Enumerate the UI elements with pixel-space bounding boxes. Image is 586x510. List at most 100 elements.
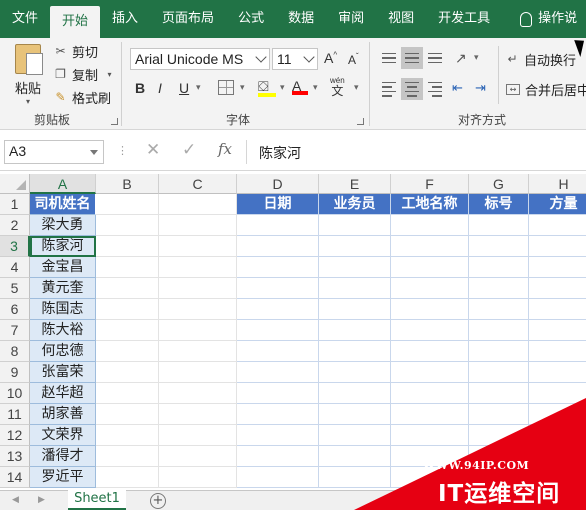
row-header-11[interactable]: 11 — [0, 404, 30, 425]
cell-h3[interactable] — [529, 236, 586, 257]
cell-b2[interactable] — [96, 215, 159, 236]
insert-function-button[interactable]: fx — [218, 140, 232, 158]
cell-c7[interactable] — [159, 320, 237, 341]
tab-view[interactable]: 视图 — [376, 0, 426, 38]
cell-c14[interactable] — [159, 467, 237, 488]
cell-a1[interactable]: 司机姓名 — [30, 194, 96, 215]
cell-g8[interactable] — [469, 341, 529, 362]
cell-f1[interactable]: 工地名称 — [391, 194, 469, 215]
cell-e11[interactable] — [319, 404, 391, 425]
merge-center-button[interactable]: ↔ 合并后居中 — [506, 80, 586, 99]
cell-b1[interactable] — [96, 194, 159, 215]
cell-e5[interactable] — [319, 278, 391, 299]
cell-a11[interactable]: 胡家善 — [30, 404, 96, 425]
row-header-4[interactable]: 4 — [0, 257, 30, 278]
align-left-icon[interactable] — [378, 78, 400, 100]
cell-e6[interactable] — [319, 299, 391, 320]
align-center-icon[interactable] — [401, 78, 423, 100]
font-launcher-icon[interactable] — [357, 118, 364, 125]
grow-font-button[interactable]: A^ — [324, 50, 337, 66]
cell-a13[interactable]: 潘得才 — [30, 446, 96, 467]
column-header-c[interactable]: C — [159, 174, 237, 194]
column-header-b[interactable]: B — [96, 174, 159, 194]
column-header-g[interactable]: G — [469, 174, 529, 194]
cell-g6[interactable] — [469, 299, 529, 320]
cell-e10[interactable] — [319, 383, 391, 404]
increase-indent-icon[interactable]: ⇥ — [475, 80, 486, 96]
cell-d8[interactable] — [237, 341, 319, 362]
align-right-icon[interactable] — [424, 78, 446, 100]
cut-button[interactable]: ✂ 剪切 — [54, 42, 98, 62]
bold-button[interactable]: B — [135, 80, 145, 96]
cell-d2[interactable] — [237, 215, 319, 236]
clipboard-launcher-icon[interactable] — [111, 118, 118, 125]
cell-f12[interactable] — [391, 425, 469, 446]
cell-a9[interactable]: 张富荣 — [30, 362, 96, 383]
column-header-f[interactable]: F — [391, 174, 469, 194]
cell-c8[interactable] — [159, 341, 237, 362]
cell-e3[interactable] — [319, 236, 391, 257]
cell-f3[interactable] — [391, 236, 469, 257]
cancel-icon[interactable]: ✕ — [146, 140, 160, 160]
cell-d6[interactable] — [237, 299, 319, 320]
tab-home[interactable]: 开始 — [50, 6, 101, 38]
row-header-8[interactable]: 8 — [0, 341, 30, 362]
cell-a6[interactable]: 陈国志 — [30, 299, 96, 320]
cell-c3[interactable] — [159, 236, 237, 257]
column-header-d[interactable]: D — [237, 174, 319, 194]
cell-d7[interactable] — [237, 320, 319, 341]
sheet-tab[interactable]: Sheet1 — [68, 490, 126, 510]
format-painter-button[interactable]: ✎ 格式刷 — [54, 88, 111, 108]
cell-h8[interactable] — [529, 341, 586, 362]
cell-e9[interactable] — [319, 362, 391, 383]
orientation-dropdown-icon[interactable]: ▾ — [474, 52, 479, 63]
align-middle-icon[interactable] — [401, 47, 423, 69]
row-header-6[interactable]: 6 — [0, 299, 30, 320]
fill-color-dropdown-icon[interactable]: ▾ — [280, 82, 285, 93]
font-color-dropdown-icon[interactable]: ▾ — [313, 82, 318, 93]
cell-f8[interactable] — [391, 341, 469, 362]
column-header-h[interactable]: H — [529, 174, 586, 194]
cell-b3[interactable] — [96, 236, 159, 257]
copy-button[interactable]: ❐ 复制 ▾ — [54, 65, 116, 85]
row-header-14[interactable]: 14 — [0, 467, 30, 488]
cell-e2[interactable] — [319, 215, 391, 236]
cell-b5[interactable] — [96, 278, 159, 299]
cell-g10[interactable] — [469, 383, 529, 404]
tab-insert[interactable]: 插入 — [100, 0, 150, 38]
cell-d1[interactable]: 日期 — [237, 194, 319, 215]
fill-color-button[interactable]: ⛋ — [258, 78, 276, 97]
cell-e1[interactable]: 业务员 — [319, 194, 391, 215]
cell-a10[interactable]: 赵华超 — [30, 383, 96, 404]
cell-a12[interactable]: 文荣界 — [30, 425, 96, 446]
cell-c12[interactable] — [159, 425, 237, 446]
row-header-7[interactable]: 7 — [0, 320, 30, 341]
column-header-e[interactable]: E — [319, 174, 391, 194]
copy-dropdown-icon[interactable]: ▾ — [103, 68, 116, 81]
row-header-1[interactable]: 1 — [0, 194, 30, 215]
tab-page-layout[interactable]: 页面布局 — [150, 0, 226, 38]
cell-c1[interactable] — [159, 194, 237, 215]
add-sheet-icon[interactable]: + — [150, 493, 166, 509]
name-box[interactable]: A3 — [4, 140, 104, 164]
cell-a3[interactable]: 陈家河 — [30, 236, 96, 257]
row-header-13[interactable]: 13 — [0, 446, 30, 467]
cell-c6[interactable] — [159, 299, 237, 320]
borders-button[interactable] — [218, 80, 234, 95]
cell-b4[interactable] — [96, 257, 159, 278]
tab-review[interactable]: 审阅 — [326, 0, 376, 38]
font-size-select[interactable]: 11 — [272, 48, 318, 70]
underline-dropdown-icon[interactable]: ▾ — [196, 82, 201, 93]
phonetic-guide-button[interactable]: wén 文 — [330, 76, 345, 98]
cell-e4[interactable] — [319, 257, 391, 278]
cell-b14[interactable] — [96, 467, 159, 488]
cell-e13[interactable] — [319, 446, 391, 467]
cell-e7[interactable] — [319, 320, 391, 341]
cell-a2[interactable]: 梁大勇 — [30, 215, 96, 236]
cell-e8[interactable] — [319, 341, 391, 362]
cell-h10[interactable] — [529, 383, 586, 404]
cell-g5[interactable] — [469, 278, 529, 299]
cell-f2[interactable] — [391, 215, 469, 236]
cell-f9[interactable] — [391, 362, 469, 383]
cell-c9[interactable] — [159, 362, 237, 383]
